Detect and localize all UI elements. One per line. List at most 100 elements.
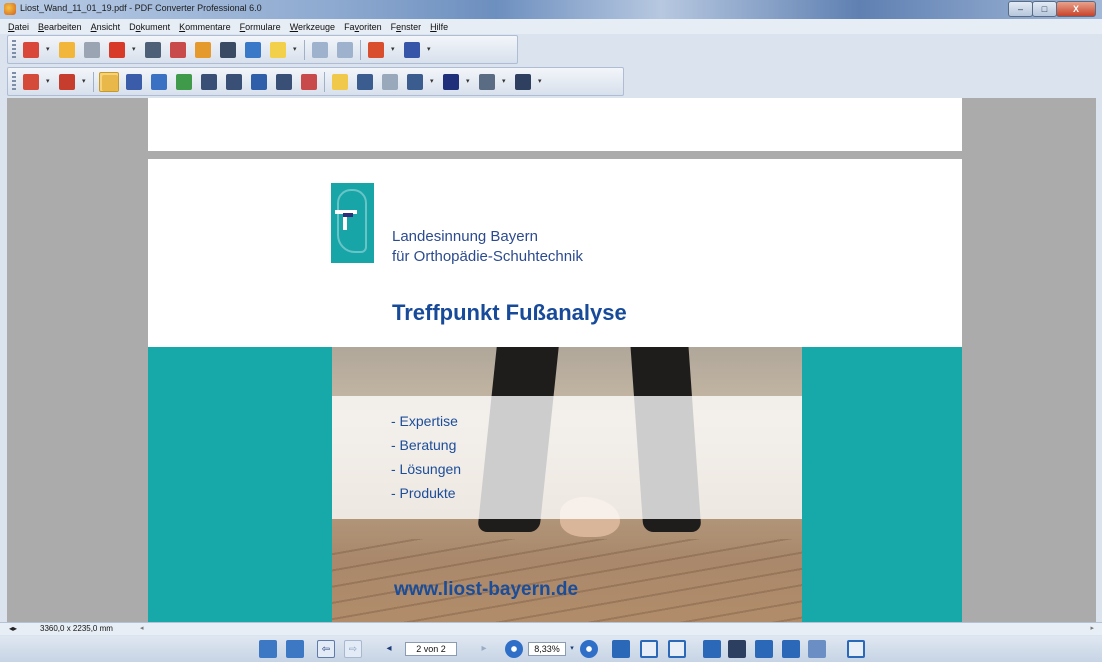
set-button[interactable]	[149, 72, 169, 92]
dropdown-arrow-icon[interactable]: ▾	[430, 72, 436, 92]
dropdown-arrow-icon[interactable]: ▾	[391, 40, 397, 60]
bullet-panel: - Expertise - Beratung - Lösungen - Prod…	[332, 396, 802, 519]
menu-item[interactable]: Kommentare	[179, 22, 231, 32]
single-page-icon[interactable]	[703, 640, 721, 658]
document-view[interactable]: Landesinnung Bayern für Orthopädie-Schuh…	[7, 98, 1096, 622]
line-button[interactable]	[513, 72, 533, 92]
scroll-left-arrow-icon[interactable]: ◂	[140, 624, 144, 632]
scroll-right-arrow-icon[interactable]: ▸	[1090, 624, 1094, 632]
minimize-button[interactable]: –	[1008, 1, 1033, 17]
text-select-button[interactable]	[124, 72, 144, 92]
continuous-facing-icon[interactable]	[782, 640, 800, 658]
previous-view-icon[interactable]: ⇦	[317, 640, 335, 658]
menu-item[interactable]: Fenster	[391, 22, 422, 32]
dropdown-arrow-icon[interactable]: ▾	[82, 72, 88, 92]
menu-item[interactable]: Formulare	[240, 22, 281, 32]
zoom-field[interactable]: 8,33%	[528, 642, 566, 656]
print-button[interactable]	[143, 40, 163, 60]
fullscreen-icon[interactable]	[847, 640, 865, 658]
star-button[interactable]	[268, 40, 288, 60]
hand-tool-button[interactable]	[99, 71, 119, 92]
email-pdf-button[interactable]	[168, 40, 188, 60]
bullet-item: - Lösungen	[391, 461, 462, 477]
dropdown-arrow-icon[interactable]: ▾	[293, 40, 299, 60]
note-button[interactable]	[355, 72, 375, 92]
close-button[interactable]: X	[1056, 1, 1096, 17]
dropdown-arrow-icon[interactable]: ▾	[132, 40, 138, 60]
stamp-icon	[23, 73, 39, 90]
crop-icon	[251, 73, 267, 90]
facing-icon[interactable]	[755, 640, 773, 658]
toolbar-grip[interactable]	[12, 71, 16, 92]
create-pdf-button[interactable]	[21, 40, 41, 60]
menu-item[interactable]: Hilfe	[430, 22, 448, 32]
fit-width-icon[interactable]	[668, 640, 686, 658]
convert-icon	[109, 41, 125, 58]
find-button[interactable]	[218, 40, 238, 60]
header-button[interactable]	[441, 72, 461, 92]
menu-item[interactable]: Favoriten	[344, 22, 382, 32]
next-page-icon[interactable]: ▸	[478, 640, 490, 658]
picture-button[interactable]	[299, 72, 319, 92]
dropdown-arrow-icon[interactable]: ▾	[538, 72, 544, 92]
snapshot-button[interactable]	[224, 72, 244, 92]
actual-size-icon[interactable]	[612, 640, 630, 658]
menu-item-label: atei	[14, 21, 30, 32]
typewriter-button[interactable]	[405, 72, 425, 92]
menu-item[interactable]: Dokument	[129, 22, 170, 32]
column-button[interactable]	[477, 72, 497, 92]
note-icon	[357, 73, 373, 90]
page-number-field[interactable]: 2 von 2	[405, 642, 457, 656]
image-select-button[interactable]	[174, 72, 194, 92]
save-button[interactable]	[82, 40, 102, 60]
binder-button[interactable]	[243, 40, 263, 60]
text-box-button[interactable]	[274, 72, 294, 92]
menu-item[interactable]: Ansicht	[91, 22, 121, 32]
comment-button[interactable]	[380, 72, 400, 92]
save-icon	[84, 41, 100, 58]
zoom-in-icon[interactable]	[580, 640, 598, 658]
rotate-right-icon[interactable]	[286, 640, 304, 658]
zoom-dropdown-icon[interactable]: ▾	[566, 640, 578, 658]
crop-button[interactable]	[249, 72, 269, 92]
menu-item[interactable]: Bearbeiten	[38, 22, 82, 32]
undo-button[interactable]	[310, 40, 330, 60]
redo-button[interactable]	[335, 40, 355, 60]
menu-item-label: ormulare	[245, 21, 281, 32]
pointer-button[interactable]	[199, 72, 219, 92]
next-view-icon[interactable]: ⇨	[344, 640, 362, 658]
dropdown-arrow-icon[interactable]: ▾	[427, 40, 433, 60]
highlight-button[interactable]	[330, 72, 350, 92]
package-button[interactable]	[193, 40, 213, 60]
org-name-line1: Landesinnung Bayern	[392, 228, 538, 245]
fit-page-icon[interactable]	[640, 640, 658, 658]
pen-button[interactable]	[402, 40, 422, 60]
dropdown-arrow-icon[interactable]: ▾	[466, 72, 472, 92]
convert-button[interactable]	[107, 40, 127, 60]
menu-item[interactable]: Werkzeuge	[290, 22, 335, 32]
security-button[interactable]	[366, 40, 386, 60]
maximize-button[interactable]: □	[1032, 1, 1057, 17]
continuous-icon[interactable]	[728, 640, 746, 658]
image-select-icon	[176, 73, 192, 90]
dropdown-arrow-icon[interactable]: ▾	[46, 40, 52, 60]
open-folder-icon	[59, 41, 75, 58]
previous-page-icon[interactable]: ◂	[383, 640, 395, 658]
stamp-button[interactable]	[21, 72, 41, 92]
vertical-scrollbar[interactable]	[1092, 98, 1096, 622]
page-dimensions: 3360,0 x 2235,0 mm	[40, 624, 113, 633]
window-title: Liost_Wand_11_01_19.pdf - PDF Converter …	[20, 3, 262, 13]
app-window: Liost_Wand_11_01_19.pdf - PDF Converter …	[0, 0, 1102, 662]
zoom-out-icon[interactable]	[505, 640, 523, 658]
dropdown-arrow-icon[interactable]: ▾	[46, 72, 52, 92]
toolbar-grip[interactable]	[12, 39, 16, 60]
open-folder-button[interactable]	[57, 40, 77, 60]
dropdown-arrow-icon[interactable]: ▾	[502, 72, 508, 92]
pan-zoom-icon[interactable]	[808, 640, 826, 658]
status-bar: ◂▸ 3360,0 x 2235,0 mm ◂ ▸	[0, 622, 1102, 635]
rotate-left-icon[interactable]	[259, 640, 277, 658]
find-icon	[220, 41, 236, 58]
color-button[interactable]	[57, 72, 77, 92]
comment-icon	[382, 73, 398, 90]
menu-item[interactable]: Datei	[8, 22, 29, 32]
